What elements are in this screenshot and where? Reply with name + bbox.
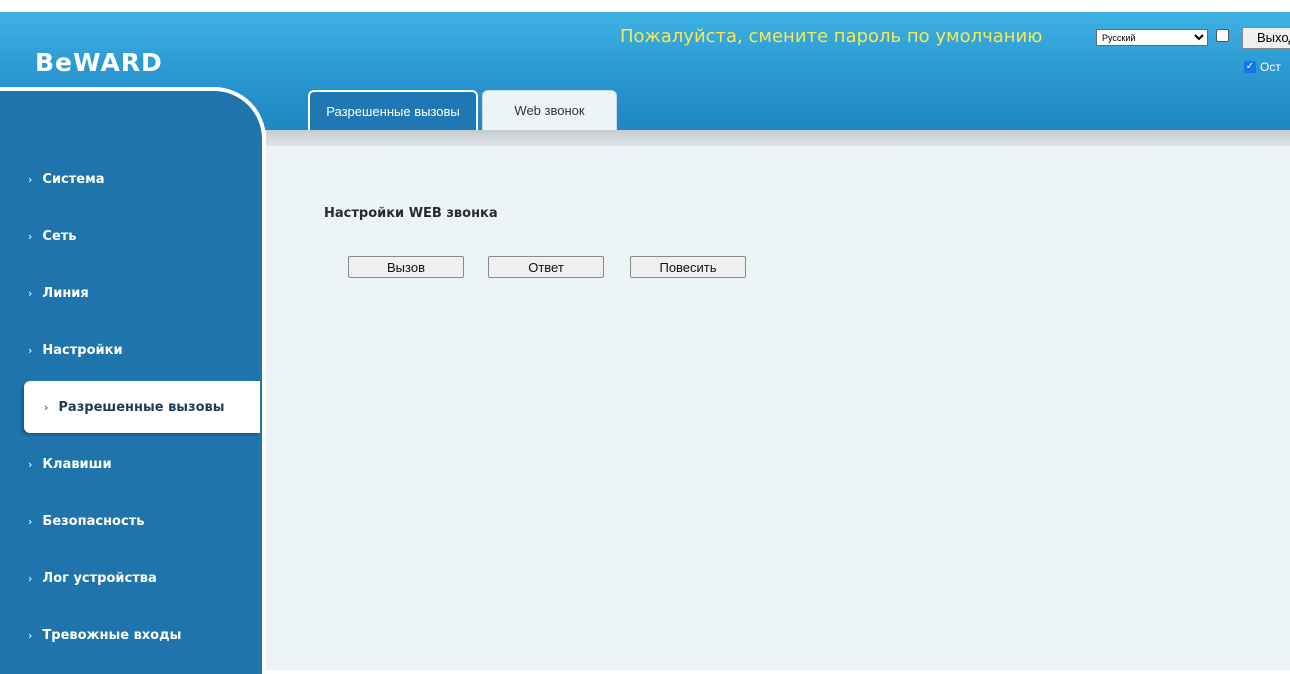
chevron-right-icon: › [28,229,33,243]
sidebar-item-system[interactable]: › Система [0,153,258,205]
sidebar-item-network[interactable]: › Сеть [0,210,258,262]
sidebar-item-label: Клавиши [42,456,112,472]
sidebar-item-settings[interactable]: › Настройки [0,324,258,376]
section-title: Настройки WEB звонка [324,206,498,221]
sidebar-item-device-log[interactable]: › Лог устройства [0,552,258,604]
change-password-warning: Пожалуйста, смените пароль по умолчанию [620,26,1043,47]
sidebar-item-label: Разрешенные вызовы [58,399,225,415]
sidebar-item-label: Линия [42,285,89,301]
sidebar-item-line[interactable]: › Линия [0,267,258,319]
call-button[interactable]: Вызов [348,256,464,278]
main-content: Настройки WEB звонка Вызов Ответ Повесит… [266,130,1290,670]
sidebar-item-label: Безопасность [42,513,145,529]
sidebar-item-alarm-inputs[interactable]: › Тревожные входы [0,609,258,661]
keep-logged-in-label: Ост [1260,60,1281,74]
chevron-right-icon: › [44,400,49,414]
content-top-bar [266,130,1290,146]
sidebar-item-label: Тревожные входы [42,627,182,643]
chevron-right-icon: › [28,628,33,642]
chevron-right-icon: › [28,343,33,357]
beward-logo: BeWARD [35,48,163,77]
chevron-right-icon: › [28,514,33,528]
header-checkbox[interactable] [1216,29,1229,42]
sidebar-item-security[interactable]: › Безопасность [0,495,258,547]
logout-button[interactable]: Выход [1242,27,1290,49]
chevron-right-icon: › [28,457,33,471]
hangup-button[interactable]: Повесить [630,256,746,278]
chevron-right-icon: › [28,172,33,186]
sidebar: › Система › Сеть › Линия › Настройки › Р… [0,87,266,674]
tab-web-call[interactable]: Web звонок [482,90,617,130]
chevron-right-icon: › [28,571,33,585]
answer-button[interactable]: Ответ [488,256,604,278]
sidebar-item-label: Настройки [42,342,123,358]
tab-web-call-label: Web звонок [514,103,585,118]
sidebar-item-label: Сеть [42,228,77,244]
sidebar-item-label: Лог устройства [42,570,157,586]
sidebar-item-label: Система [42,171,105,187]
sidebar-item-keys[interactable]: › Клавиши [0,438,258,490]
chevron-right-icon: › [28,286,33,300]
sidebar-item-allowed-calls[interactable]: › Разрешенные вызовы [24,381,260,433]
tab-allowed-calls[interactable]: Разрешенные вызовы [308,90,478,130]
tab-allowed-calls-label: Разрешенные вызовы [326,103,460,119]
keep-logged-in-checkbox[interactable]: ✓ [1244,61,1256,73]
language-select[interactable]: Русский [1096,29,1208,46]
